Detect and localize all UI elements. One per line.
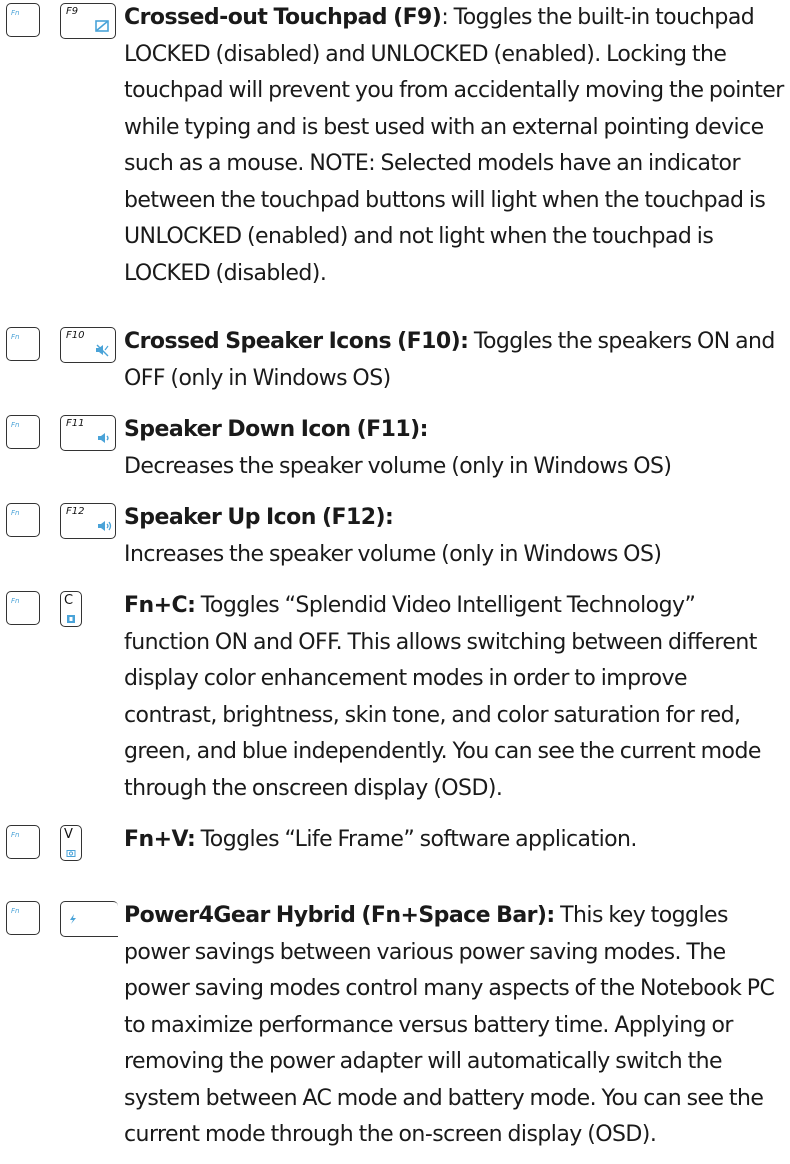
fn-key: Fn <box>6 503 40 537</box>
f11-key: F11 <box>60 415 116 451</box>
entry-text: Crossed-out Touchpad (F9): Toggles the b… <box>124 0 784 292</box>
entry-description: Toggles “Life Frame” software applicatio… <box>195 827 638 852</box>
fn-key: Fn <box>6 901 40 935</box>
entry-description: : Toggles the built-in touchpad LOCKED (… <box>124 5 784 286</box>
v-key-label: V <box>64 827 73 842</box>
entry-title: Speaker Up Icon (F12): <box>124 505 394 530</box>
entry-title: Fn+C: <box>124 593 196 618</box>
fn-key: Fn <box>6 327 40 361</box>
fn-key-label: Fn <box>11 509 20 517</box>
f10-key: F10 <box>60 327 116 363</box>
v-key: V <box>60 825 82 861</box>
fn-key: Fn <box>6 3 40 37</box>
power4gear-icon <box>70 914 76 924</box>
speaker-down-icon <box>98 433 109 443</box>
fn-key-label: Fn <box>11 333 20 341</box>
f12-key-label: F12 <box>66 506 85 517</box>
fn-key-label: Fn <box>11 9 20 17</box>
entry-title: Speaker Down Icon (F11): <box>124 417 428 442</box>
entry-text: Crossed Speaker Icons (F10): Toggles the… <box>124 324 784 397</box>
entry-text: Fn+V: Toggles “Life Frame” software appl… <box>124 822 784 859</box>
fn-key-label: Fn <box>11 597 20 605</box>
c-key: C <box>60 591 82 627</box>
entry-title: Power4Gear Hybrid (Fn+Space Bar): <box>124 903 555 928</box>
entry-text: Fn+C: Toggles “Splendid Video Intelligen… <box>124 588 784 807</box>
fn-key-label: Fn <box>11 421 20 429</box>
entry-text: Speaker Down Icon (F11): Decreases the sp… <box>124 412 784 485</box>
f11-key-label: F11 <box>66 418 85 429</box>
f9-key-label: F9 <box>66 6 79 17</box>
entry-title: Crossed-out Touchpad (F9) <box>124 5 442 30</box>
entry-description: Toggles “Splendid Video Intelligent Tech… <box>124 593 761 801</box>
f10-key-label: F10 <box>66 330 85 341</box>
c-key-label: C <box>64 593 74 608</box>
splendid-icon <box>67 615 75 623</box>
entry-description: Decreases the speaker volume (only in Wi… <box>124 453 672 479</box>
entry-title: Crossed Speaker Icons (F10): <box>124 329 469 354</box>
fn-key-label: Fn <box>11 907 20 915</box>
f12-key: F12 <box>60 503 116 539</box>
touchpad-crossed-icon <box>95 20 109 32</box>
speaker-crossed-icon <box>96 344 109 357</box>
fn-key-label: Fn <box>11 831 20 839</box>
key-combo: Fn F9 <box>0 3 118 43</box>
key-combo: Fn F12 <box>0 503 118 543</box>
fn-key: Fn <box>6 825 40 859</box>
entry-text: Speaker Up Icon (F12): Increases the spea… <box>124 500 784 573</box>
key-combo: Fn V <box>0 825 118 865</box>
camera-icon <box>66 850 76 857</box>
entry-description: This key toggles power savings between v… <box>124 903 775 1147</box>
speaker-up-icon <box>98 521 112 531</box>
entry-title: Fn+V: <box>124 827 196 852</box>
key-combo: Fn F11 <box>0 415 118 455</box>
f9-key: F9 <box>60 3 116 39</box>
entry-text: Power4Gear Hybrid (Fn+Space Bar): This k… <box>124 898 784 1154</box>
fn-key: Fn <box>6 591 40 625</box>
key-combo: Fn <box>0 901 118 941</box>
fn-key: Fn <box>6 415 40 449</box>
key-combo: Fn F10 <box>0 327 118 367</box>
entry-description: Increases the speaker volume (only in Wi… <box>124 541 662 567</box>
key-combo: Fn C <box>0 591 118 631</box>
space-bar-key <box>60 901 118 937</box>
